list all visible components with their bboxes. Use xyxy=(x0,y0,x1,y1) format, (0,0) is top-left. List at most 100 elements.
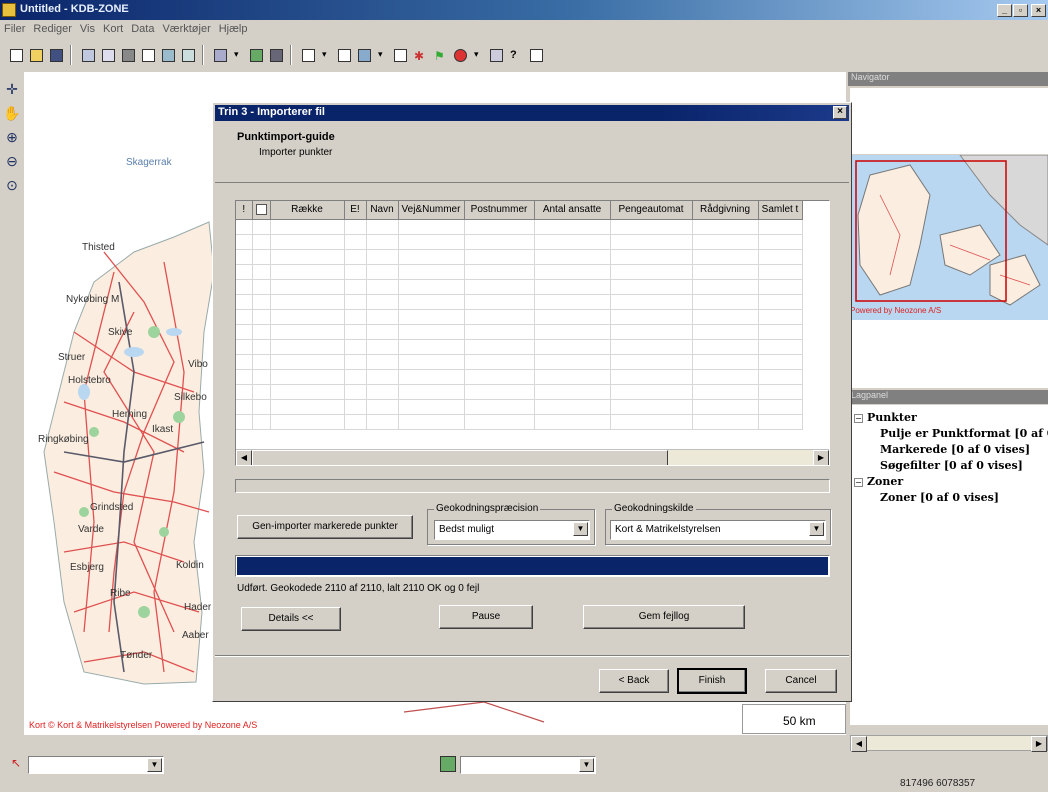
table-cell[interactable] xyxy=(252,309,271,325)
table-cell[interactable] xyxy=(534,219,611,235)
table-cell[interactable] xyxy=(692,339,759,355)
table-cell[interactable] xyxy=(366,294,399,310)
table-cell[interactable] xyxy=(252,339,271,355)
cut-icon[interactable] xyxy=(78,45,98,65)
table-cell[interactable] xyxy=(610,219,693,235)
table-cell[interactable] xyxy=(252,249,271,265)
table-cell[interactable] xyxy=(344,324,367,340)
properties-icon[interactable] xyxy=(178,45,198,65)
table-cell[interactable] xyxy=(758,294,803,310)
table-cell[interactable] xyxy=(366,414,399,430)
table-cell[interactable] xyxy=(236,324,253,340)
table-cell[interactable] xyxy=(270,309,345,325)
table-cell[interactable] xyxy=(758,384,803,400)
column-header[interactable]: Navn xyxy=(366,201,399,220)
save-icon[interactable] xyxy=(46,45,66,65)
table-cell[interactable] xyxy=(236,279,253,295)
scroll-right-icon[interactable]: ▶ xyxy=(1031,736,1047,752)
table-cell[interactable] xyxy=(758,219,803,235)
table-row[interactable] xyxy=(236,249,803,265)
table-cell[interactable] xyxy=(610,339,693,355)
zone-icon[interactable] xyxy=(298,45,318,65)
navigator-map[interactable] xyxy=(850,155,1048,320)
table-cell[interactable] xyxy=(692,219,759,235)
tree-item[interactable]: Markerede [0 af 0 vises] xyxy=(880,443,1030,456)
table-cell[interactable] xyxy=(692,249,759,265)
table-cell[interactable] xyxy=(398,339,465,355)
new-file-icon[interactable] xyxy=(6,45,26,65)
table-cell[interactable] xyxy=(692,294,759,310)
table-cell[interactable] xyxy=(464,234,535,250)
table-cell[interactable] xyxy=(270,279,345,295)
table-cell[interactable] xyxy=(270,249,345,265)
table-cell[interactable] xyxy=(366,279,399,295)
tree-group-punkter[interactable]: − Punkter xyxy=(854,411,917,424)
table-cell[interactable] xyxy=(344,369,367,385)
table-cell[interactable] xyxy=(398,414,465,430)
table-cell[interactable] xyxy=(534,399,611,415)
table-cell[interactable] xyxy=(398,369,465,385)
table-cell[interactable] xyxy=(398,234,465,250)
dropdown-arrow-icon[interactable]: ▼ xyxy=(579,758,594,772)
table-cell[interactable] xyxy=(366,309,399,325)
table-cell[interactable] xyxy=(464,324,535,340)
import-grid[interactable]: ! Række E! Navn Vej&Nummer Postnummer An… xyxy=(235,200,830,466)
table-cell[interactable] xyxy=(344,294,367,310)
window-icon[interactable] xyxy=(334,45,354,65)
checkbox[interactable] xyxy=(255,204,267,216)
menu-vaerktoejer[interactable]: Værktøjer xyxy=(158,20,214,38)
table-row[interactable] xyxy=(236,324,803,340)
scroll-left-icon[interactable]: ◀ xyxy=(236,450,252,465)
table-cell[interactable] xyxy=(366,249,399,265)
copy-icon[interactable] xyxy=(98,45,118,65)
table-cell[interactable] xyxy=(758,399,803,415)
menu-rediger[interactable]: Rediger xyxy=(29,20,76,38)
table-cell[interactable] xyxy=(252,354,271,370)
help-icon[interactable]: ? xyxy=(506,45,526,65)
back-button[interactable]: < Back xyxy=(599,669,669,693)
zoom-out-icon[interactable]: ⊖ xyxy=(3,153,21,171)
tree-item[interactable]: Søgefilter [0 af 0 vises] xyxy=(880,459,1023,472)
select-icon[interactable]: ✛ xyxy=(3,81,21,99)
column-header[interactable]: Vej&Nummer xyxy=(398,201,465,220)
export-icon[interactable] xyxy=(158,45,178,65)
table-cell[interactable] xyxy=(692,279,759,295)
save-error-log-button[interactable]: Gem fejllog xyxy=(583,605,745,629)
table-row[interactable] xyxy=(236,369,803,385)
menu-data[interactable]: Data xyxy=(127,20,158,38)
table-cell[interactable] xyxy=(270,264,345,280)
scroll-left-icon[interactable]: ◀ xyxy=(851,736,867,752)
table-cell[interactable] xyxy=(534,309,611,325)
table-cell[interactable] xyxy=(610,234,693,250)
table-cell[interactable] xyxy=(398,354,465,370)
close-icon[interactable]: × xyxy=(833,106,847,119)
layer-horizontal-scrollbar[interactable]: ◀ ▶ xyxy=(850,735,1048,752)
flag-icon[interactable]: ⚑ xyxy=(430,45,450,65)
source-select[interactable]: Kort & Matrikelstyrelsen ▼ xyxy=(610,520,826,540)
tree-item[interactable]: Pulje er Punktformat [0 af 0 xyxy=(880,427,1048,440)
table-cell[interactable] xyxy=(610,384,693,400)
table-cell[interactable] xyxy=(270,324,345,340)
table-cell[interactable] xyxy=(464,264,535,280)
table-cell[interactable] xyxy=(252,384,271,400)
table-row[interactable] xyxy=(236,264,803,280)
table-cell[interactable] xyxy=(692,354,759,370)
regeocode-selected-button[interactable]: Gen-importer markerede punkter xyxy=(237,515,413,539)
table-cell[interactable] xyxy=(464,369,535,385)
table-cell[interactable] xyxy=(236,369,253,385)
table-cell[interactable] xyxy=(252,279,271,295)
table-cell[interactable] xyxy=(366,369,399,385)
menu-vis[interactable]: Vis xyxy=(76,20,99,38)
collapse-icon[interactable]: − xyxy=(854,478,863,487)
table-cell[interactable] xyxy=(758,324,803,340)
table-cell[interactable] xyxy=(344,264,367,280)
maximize-button[interactable]: ▫ xyxy=(1013,4,1028,17)
table-cell[interactable] xyxy=(270,234,345,250)
table-cell[interactable] xyxy=(270,339,345,355)
table-cell[interactable] xyxy=(758,414,803,430)
table-row[interactable] xyxy=(236,339,803,355)
table-cell[interactable] xyxy=(252,234,271,250)
column-header[interactable]: Antal ansatte xyxy=(534,201,611,220)
column-header[interactable]: Række xyxy=(270,201,345,220)
table-cell[interactable] xyxy=(610,294,693,310)
